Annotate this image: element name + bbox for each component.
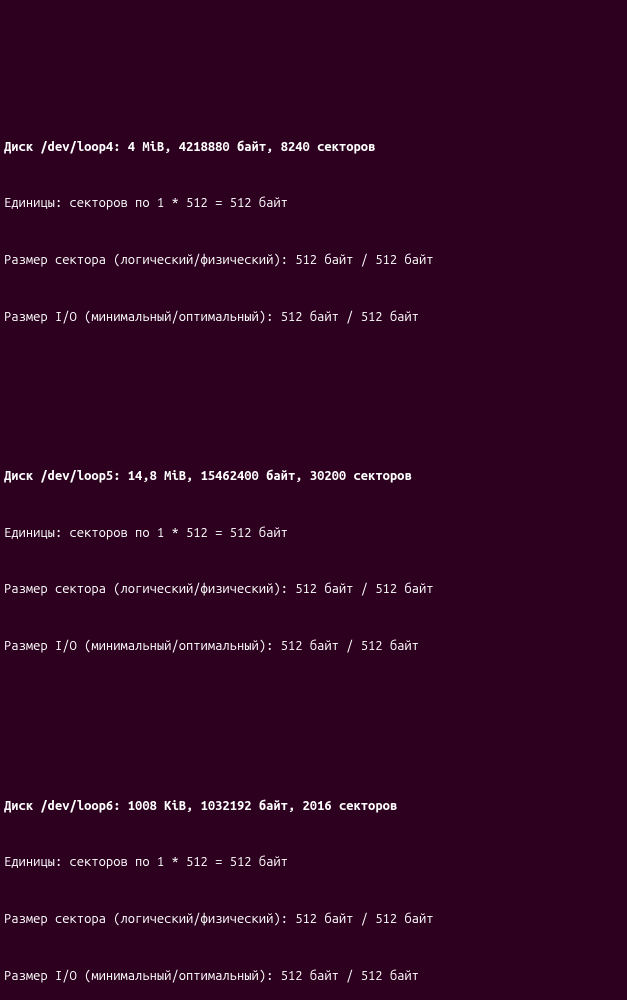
disk-size: 4 MiB <box>128 140 164 154</box>
io-size-line: Размер I/O (минимальный/оптимальный): 51… <box>4 967 623 986</box>
units-line: Единицы: секторов по 1 * 512 = 512 байт <box>4 853 623 872</box>
sectors-label: секторов <box>317 140 375 154</box>
disk-sectors: 30200 <box>310 469 346 483</box>
disk-device: /dev/loop4 <box>40 140 113 154</box>
sectors-label: секторов <box>354 469 412 483</box>
disk-prefix: Диск <box>4 140 40 154</box>
disk-block: Диск /dev/loop6: 1008 KiB, 1032192 байт,… <box>4 759 623 1000</box>
bytes-label: байт <box>237 140 266 154</box>
sector-size-line: Размер сектора (логический/физический): … <box>4 910 623 929</box>
sectors-label: секторов <box>339 799 397 813</box>
sector-size-line: Размер сектора (логический/физический): … <box>4 251 623 270</box>
disk-bytes: 15462400 <box>201 469 259 483</box>
disk-size: 1008 KiB <box>128 799 186 813</box>
disk-size: 14,8 MiB <box>128 469 186 483</box>
disk-bytes: 4218880 <box>179 140 230 154</box>
io-size-line: Размер I/O (минимальный/оптимальный): 51… <box>4 637 623 656</box>
disk-header: Диск /dev/loop6: 1008 KiB, 1032192 байт,… <box>4 797 623 816</box>
disk-sectors: 8240 <box>281 140 310 154</box>
disk-device: /dev/loop6 <box>40 799 113 813</box>
disk-block: Диск /dev/loop4: 4 MiB, 4218880 байт, 82… <box>4 100 623 345</box>
sector-size-line: Размер сектора (логический/физический): … <box>4 580 623 599</box>
bytes-label: байт <box>266 469 295 483</box>
disk-device: /dev/loop5 <box>40 469 113 483</box>
units-line: Единицы: секторов по 1 * 512 = 512 байт <box>4 524 623 543</box>
disk-prefix: Диск <box>4 469 40 483</box>
disk-header: Диск /dev/loop4: 4 MiB, 4218880 байт, 82… <box>4 138 623 157</box>
disk-prefix: Диск <box>4 799 40 813</box>
disk-block: Диск /dev/loop5: 14,8 MiB, 15462400 байт… <box>4 430 623 675</box>
units-line: Единицы: секторов по 1 * 512 = 512 байт <box>4 194 623 213</box>
io-size-line: Размер I/O (минимальный/оптимальный): 51… <box>4 308 623 327</box>
disk-sectors: 2016 <box>303 799 332 813</box>
bytes-label: байт <box>259 799 288 813</box>
disk-header: Диск /dev/loop5: 14,8 MiB, 15462400 байт… <box>4 467 623 486</box>
disk-bytes: 1032192 <box>201 799 252 813</box>
